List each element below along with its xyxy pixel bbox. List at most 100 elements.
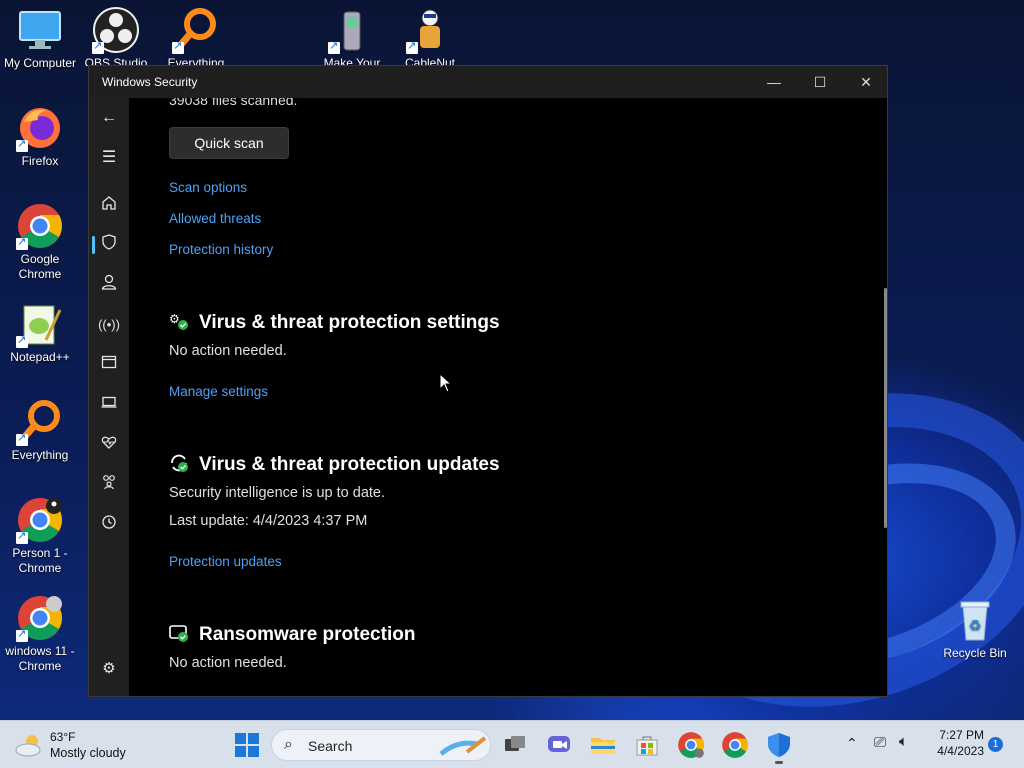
desktop-icon-label: Everything (11, 448, 69, 462)
clock-time: 7:27 PM (939, 728, 984, 742)
scan-options-link[interactable]: Scan options (169, 180, 247, 195)
speaker-icon: 🔈︎ (899, 733, 909, 750)
everything-icon (172, 6, 220, 54)
allowed-threats-link[interactable]: Allowed threats (169, 211, 261, 226)
family-icon (103, 475, 115, 490)
files-scanned-text: 39038 files scanned. (169, 98, 298, 108)
shortcut-arrow-icon (16, 627, 28, 642)
nav-active-indicator (92, 236, 95, 254)
nav-family-options[interactable] (98, 474, 120, 496)
maximize-button[interactable]: ☐ (797, 66, 843, 98)
desktop-icon-label: Firefox (21, 154, 59, 168)
windows-security-taskbar-button[interactable] (765, 731, 793, 764)
desktop-icon-obs[interactable]: OBS Studio (76, 6, 156, 66)
nav-virus-threat-protection[interactable] (98, 234, 120, 256)
close-button[interactable]: ✕ (843, 66, 887, 98)
app-window-icon (101, 355, 117, 369)
show-hidden-icons-button[interactable]: ⌃ (846, 735, 858, 752)
nav-protection-history[interactable] (98, 514, 120, 536)
everything-icon (16, 398, 64, 446)
desktop-icon-label: Notepad++ (10, 350, 70, 364)
main-content: 39038 files scanned. Quick scan Scan opt… (129, 98, 887, 696)
nav-home[interactable] (98, 195, 120, 217)
shortcut-arrow-icon (406, 39, 418, 54)
desktop-icon-recycle-bin[interactable]: ♻ Recycle Bin (935, 596, 1015, 661)
updates-section-heading: Virus & threat protection updates (169, 453, 500, 476)
search-highlight-icon (439, 736, 487, 756)
chrome-taskbar-button[interactable] (721, 731, 749, 759)
vertical-scrollbar[interactable] (884, 288, 887, 528)
title-bar[interactable]: Windows Security — ☐ ✕ (89, 66, 887, 98)
task-view-button[interactable] (501, 731, 529, 759)
settings-gear-check-icon: ⚙ (169, 311, 189, 331)
window-title: Windows Security (102, 75, 198, 89)
menu-button[interactable]: ☰ (98, 147, 120, 169)
desktop-icon-label: windows 11 - Chrome (5, 644, 75, 673)
desktop-icon-my-computer[interactable]: My Computer (0, 6, 80, 71)
clock[interactable]: 7:27 PM 4/4/2023 (928, 728, 984, 758)
ransomware-icon (169, 623, 189, 643)
start-button[interactable] (233, 731, 261, 759)
folder-icon (591, 738, 615, 754)
nav-app-browser-control[interactable] (98, 354, 120, 376)
nav-account-protection[interactable] (98, 274, 120, 296)
notepadpp-icon (16, 300, 64, 348)
desktop-icon-notepadpp[interactable]: Notepad++ (0, 300, 80, 365)
chrome-profile-icon (16, 594, 64, 642)
file-explorer-button[interactable] (589, 731, 617, 759)
chrome-icon (16, 202, 64, 250)
microsoft-store-button[interactable] (633, 731, 661, 759)
chrome-icon (678, 732, 704, 758)
recycle-bin-icon: ♻ (951, 596, 999, 644)
nav-device-security[interactable] (98, 394, 120, 416)
volume-button[interactable]: 🔈︎ (899, 733, 908, 750)
desktop-icon-person1-chrome[interactable]: Person 1 - Chrome (0, 496, 80, 576)
search-label: Search (308, 738, 353, 754)
ransomware-section-title: Ransomware protection (199, 624, 416, 645)
shield-icon (102, 234, 116, 250)
desktop-icon-make-your[interactable]: Make Your (312, 6, 392, 66)
cloudy-weather-icon (15, 735, 41, 757)
laptop-icon (101, 396, 117, 408)
minimize-button[interactable]: — (751, 66, 797, 98)
desktop-icon-windows11-chrome[interactable]: windows 11 - Chrome (0, 594, 80, 674)
taskbar-search[interactable]: ⌕ Search (271, 729, 491, 761)
person-icon (101, 274, 117, 290)
desktop-icon-cablenut[interactable]: CableNut (390, 6, 470, 66)
task-view-icon (505, 736, 525, 751)
security-shield-icon (768, 733, 790, 757)
manage-settings-link[interactable]: Manage settings (169, 384, 268, 399)
close-icon: ✕ (860, 74, 872, 90)
shortcut-arrow-icon (172, 39, 184, 54)
nav-device-performance[interactable] (98, 434, 120, 456)
notification-badge[interactable]: 1 (988, 737, 1003, 752)
ransomware-section-heading: Ransomware protection (169, 623, 415, 646)
shortcut-arrow-icon (328, 39, 340, 54)
chrome-profile-icon (16, 496, 64, 544)
desktop-icon-label: My Computer (3, 56, 77, 70)
desktop-icon-everything[interactable]: Everything (0, 398, 80, 463)
protection-history-link[interactable]: Protection history (169, 242, 273, 257)
teams-chat-button[interactable] (545, 731, 573, 759)
nav-firewall[interactable]: ((•)) (98, 314, 120, 336)
running-indicator (775, 761, 783, 764)
protection-updates-link[interactable]: Protection updates (169, 554, 282, 569)
desktop-icon-google-chrome[interactable]: Google Chrome (0, 202, 80, 282)
shortcut-arrow-icon (16, 137, 28, 152)
network-icon: ⎚ (874, 734, 887, 751)
back-button[interactable]: ← (98, 107, 120, 129)
history-icon (102, 515, 116, 529)
desktop-icon-everything-top[interactable]: Everything (156, 6, 236, 66)
firefox-icon (16, 104, 64, 152)
chrome-profile-taskbar-button[interactable] (677, 731, 705, 759)
weather-temp: 63°F (50, 730, 76, 744)
network-button[interactable]: ⎚ (874, 734, 886, 751)
heart-pulse-icon (101, 436, 117, 449)
maximize-icon: ☐ (813, 74, 827, 90)
desktop-icon-firefox[interactable]: Firefox (0, 104, 80, 169)
quick-scan-button[interactable]: Quick scan (169, 127, 289, 159)
nav-settings[interactable]: ⚙ (98, 658, 120, 680)
monitor-icon (16, 6, 64, 54)
navigation-rail: ← ☰ ((•)) ⚙ (89, 98, 129, 696)
store-icon (636, 736, 658, 756)
